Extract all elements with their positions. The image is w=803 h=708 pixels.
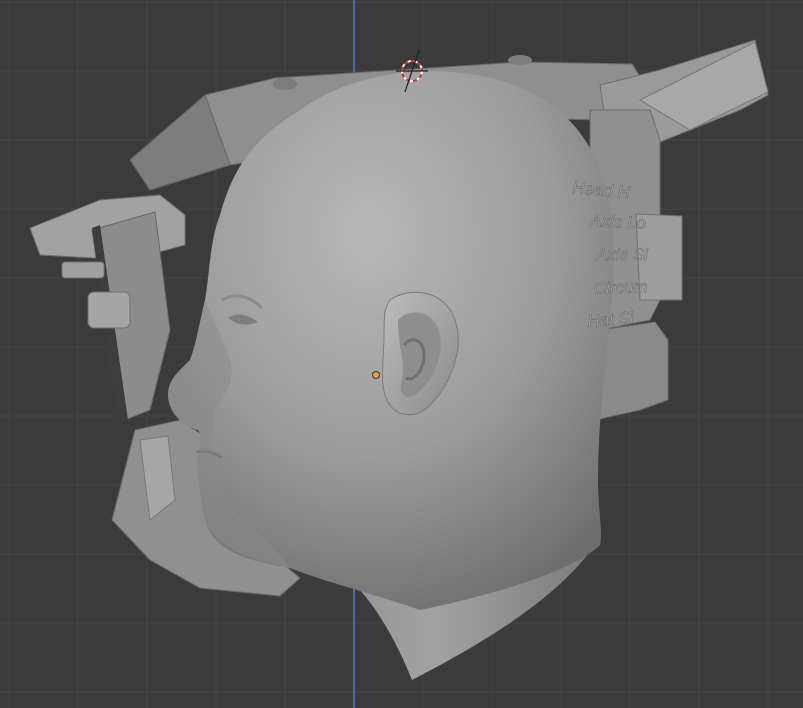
engraving-line-3: Axis Si [595, 245, 649, 264]
3d-viewport[interactable]: Head H Axis Lo Axis Si Circum Hat Si [0, 0, 803, 708]
engraving-line-2: Axis Lo [589, 211, 647, 233]
engraving-line-4: Circum [593, 277, 647, 298]
viewport-canvas[interactable]: Head H Axis Lo Axis Si Circum Hat Si [0, 0, 803, 708]
object-origin-point[interactable] [372, 371, 380, 379]
